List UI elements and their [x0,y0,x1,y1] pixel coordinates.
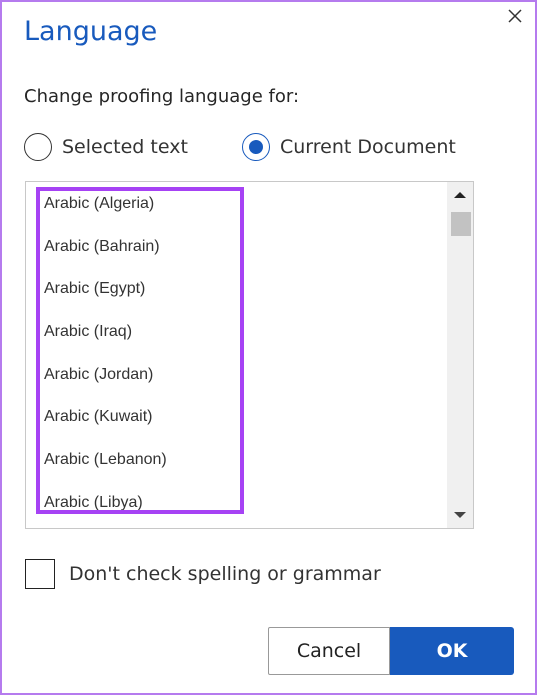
radio-button[interactable] [24,133,52,161]
vertical-scrollbar[interactable] [447,182,473,528]
language-item[interactable]: Arabic (Egypt) [44,279,167,322]
language-item[interactable]: Arabic (Lebanon) [44,450,167,493]
radio-current-document[interactable]: Current Document [242,133,456,161]
dialog-title: Language [24,16,158,47]
language-item[interactable]: Arabic (Iraq) [44,322,167,365]
language-item[interactable]: Arabic (Bahrain) [44,237,167,280]
radio-selected-text[interactable]: Selected text [24,133,188,161]
scrollbar-thumb[interactable] [451,212,471,236]
language-dialog: Language Change proofing language for: S… [0,0,537,695]
scroll-down-arrow-icon[interactable] [454,512,466,518]
language-item[interactable]: Arabic (Libya) [44,493,167,536]
language-item[interactable]: Arabic (Kuwait) [44,407,167,450]
radio-button[interactable] [242,133,270,161]
close-icon [508,9,522,23]
radio-selected-dot [249,140,263,154]
close-button[interactable] [505,6,525,26]
radio-label: Current Document [280,136,456,158]
language-listbox[interactable]: Arabic (Algeria) Arabic (Bahrain) Arabic… [25,181,474,529]
scroll-up-arrow-icon[interactable] [454,192,466,198]
ok-button[interactable]: OK [390,627,514,675]
radio-label: Selected text [62,136,188,158]
proofing-scope-label: Change proofing language for: [24,86,300,107]
dont-check-checkbox[interactable] [25,559,55,589]
dont-check-spelling-option[interactable]: Don't check spelling or grammar [25,559,381,589]
dont-check-label: Don't check spelling or grammar [69,563,381,585]
language-list: Arabic (Algeria) Arabic (Bahrain) Arabic… [44,194,167,536]
language-item[interactable]: Arabic (Algeria) [44,194,167,237]
language-item[interactable]: Arabic (Jordan) [44,365,167,408]
cancel-button[interactable]: Cancel [268,627,390,675]
